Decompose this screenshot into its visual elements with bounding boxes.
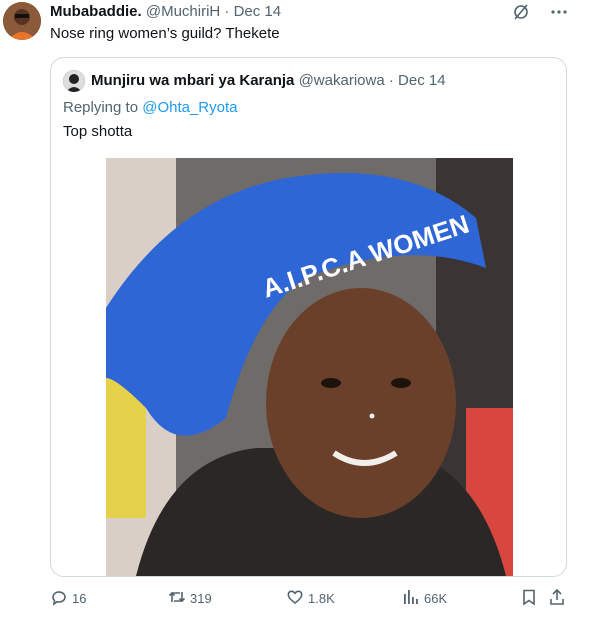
- tweet-date[interactable]: Dec 14: [234, 3, 282, 20]
- tweet[interactable]: Mubabaddie. @MuchiriH · Dec 14 Nose ring…: [0, 0, 589, 619]
- reply-count: 16: [72, 591, 87, 606]
- tweet-header: Mubabaddie. @MuchiriH · Dec 14: [50, 3, 281, 21]
- quote-author-handle[interactable]: @wakariowa: [299, 71, 385, 91]
- action-bar: 16 319 1.8K 66K: [50, 588, 570, 612]
- quote-avatar[interactable]: [63, 70, 85, 92]
- retweet-icon: [168, 588, 186, 609]
- bookmark-icon: [520, 588, 538, 609]
- like-count: 1.8K: [308, 591, 335, 606]
- quote-author-name[interactable]: Munjiru wa mbari ya Karanja: [91, 71, 294, 91]
- replying-to-label: Replying to: [63, 99, 139, 116]
- replying-to: Replying to @Ohta_Ryota: [63, 98, 238, 118]
- more-dots-icon[interactable]: [549, 2, 569, 22]
- reply-button[interactable]: 16: [50, 588, 86, 609]
- quote-date[interactable]: Dec 14: [398, 71, 446, 91]
- bookmark-button[interactable]: [520, 588, 538, 609]
- replying-to-handle[interactable]: @Ohta_Ryota: [142, 99, 237, 116]
- separator: ·: [388, 72, 394, 89]
- reply-icon: [50, 588, 68, 609]
- heart-icon: [286, 588, 304, 609]
- separator: ·: [224, 3, 230, 20]
- views-count: 66K: [424, 591, 448, 606]
- quoted-tweet[interactable]: Munjiru wa mbari ya Karanja @wakariowa ·…: [50, 57, 567, 577]
- share-icon: [548, 588, 566, 609]
- author-name[interactable]: Mubabaddie.: [50, 3, 142, 20]
- tweet-text: Nose ring women’s guild? Thekete: [50, 25, 280, 42]
- share-button[interactable]: [548, 588, 566, 609]
- retweet-button[interactable]: 319: [168, 588, 212, 609]
- quote-header: Munjiru wa mbari ya Karanja @wakariowa ·…: [63, 70, 446, 92]
- retweet-count: 319: [190, 591, 212, 606]
- views-icon: [402, 588, 420, 609]
- slash-circle-icon[interactable]: [511, 2, 531, 22]
- views-button[interactable]: 66K: [402, 588, 447, 609]
- author-handle[interactable]: @MuchiriH: [146, 3, 220, 20]
- quote-photo[interactable]: A.I.P.C.A WOMEN: [106, 158, 513, 576]
- quote-text: Top shotta: [63, 123, 133, 140]
- author-avatar[interactable]: [3, 2, 41, 40]
- tweet-top-actions: [511, 2, 569, 22]
- like-button[interactable]: 1.8K: [286, 588, 335, 609]
